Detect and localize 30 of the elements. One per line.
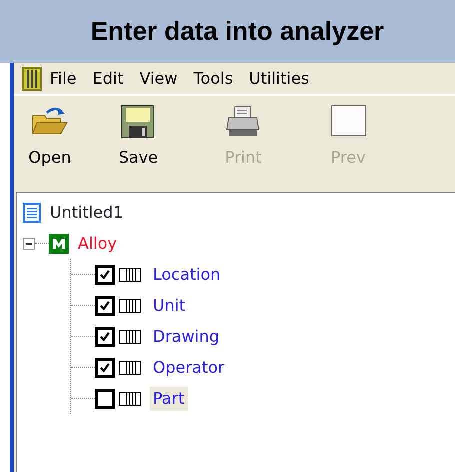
collapse-icon[interactable] <box>23 238 35 250</box>
tree-item[interactable]: Part <box>150 386 188 410</box>
checkbox[interactable] <box>95 388 115 408</box>
document-icon <box>23 202 41 222</box>
floppy-disk-icon <box>120 104 158 140</box>
tree-item[interactable]: Operator <box>150 356 228 380</box>
tree-item[interactable]: Location <box>150 262 224 286</box>
table-icon <box>119 268 141 282</box>
letter-m-icon <box>49 234 69 254</box>
table-icon <box>119 360 141 374</box>
checkbox[interactable] <box>95 264 115 284</box>
menu-item[interactable]: View <box>132 66 186 90</box>
checkbox[interactable] <box>95 326 115 346</box>
table-icon <box>119 298 141 312</box>
tree-item[interactable]: Untitled1 <box>47 200 126 224</box>
menu-item[interactable]: Tools <box>186 66 242 90</box>
menu-item[interactable]: Edit <box>84 66 132 90</box>
menu-item[interactable]: Utilities <box>241 66 318 90</box>
checkbox[interactable] <box>95 358 115 378</box>
toolbar-button[interactable]: Save <box>86 104 191 188</box>
tree-item[interactable]: Alloy <box>75 232 120 256</box>
table-icon <box>119 330 141 344</box>
header-title: Enter data into analyzer <box>90 15 384 48</box>
tree-item[interactable]: Unit <box>150 294 189 318</box>
menu-item[interactable]: File <box>42 66 85 90</box>
table-icon <box>119 392 141 406</box>
tree-item[interactable]: Drawing <box>150 324 223 348</box>
toolbar-button[interactable]: Open <box>14 104 86 188</box>
app-icon[interactable] <box>22 66 42 90</box>
checkbox[interactable] <box>95 296 115 316</box>
